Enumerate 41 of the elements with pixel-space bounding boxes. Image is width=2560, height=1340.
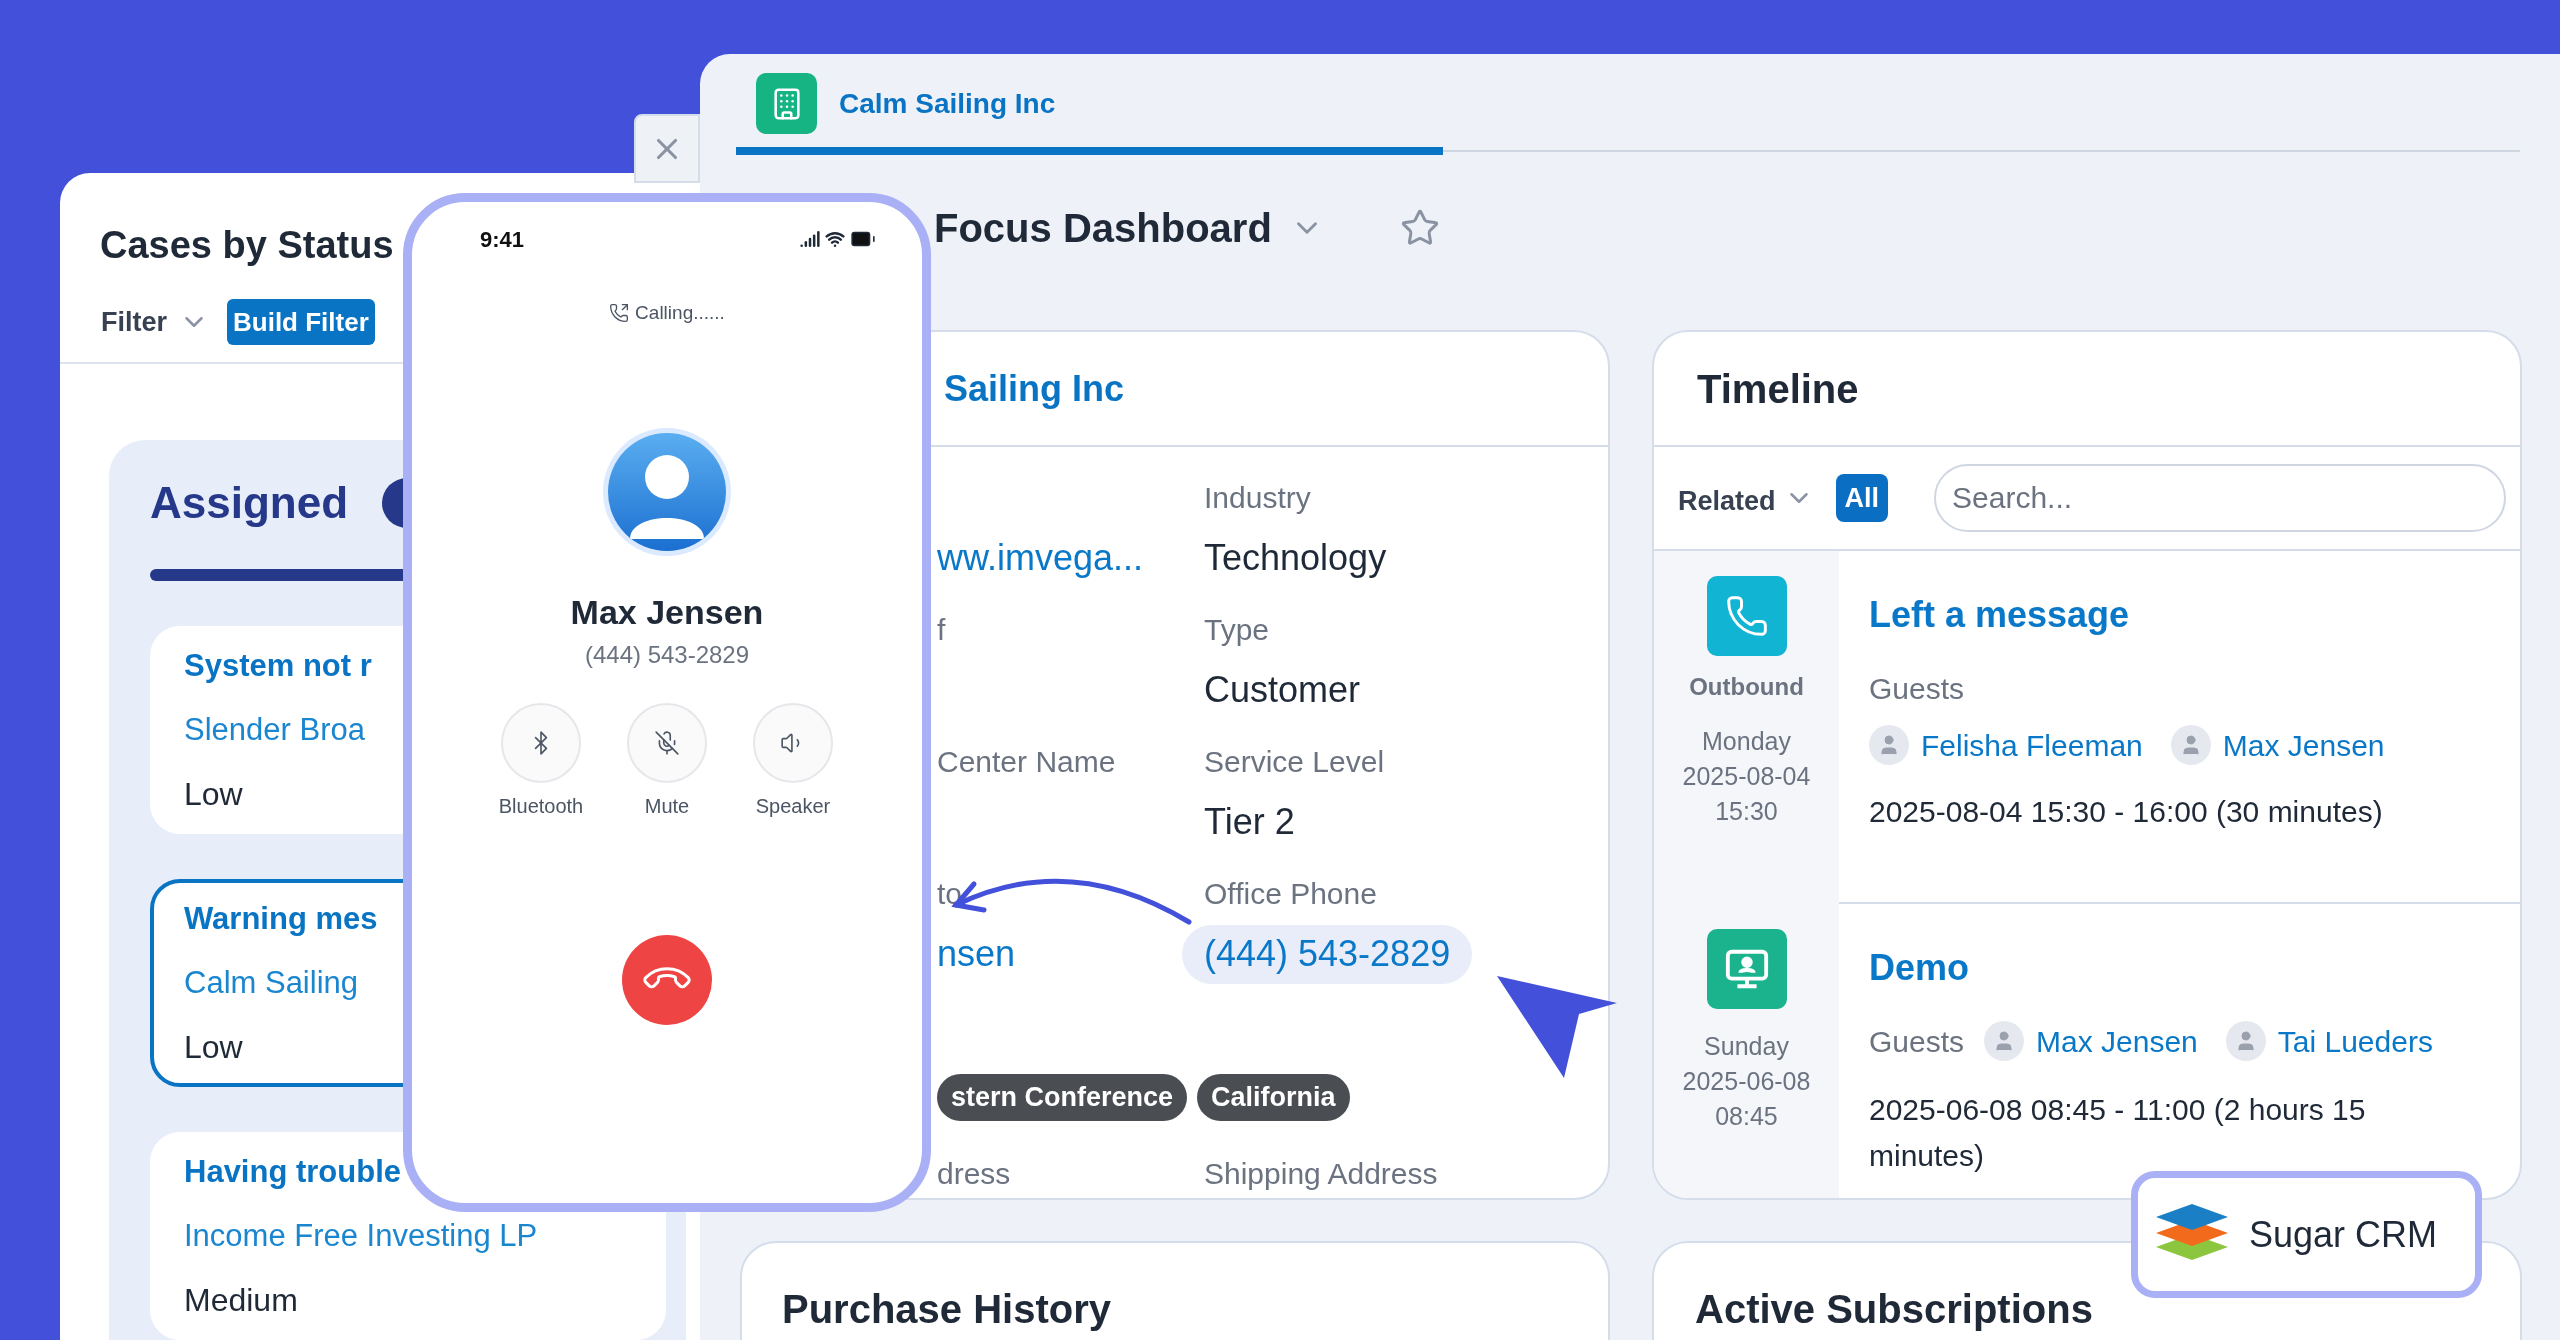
- caller-number: (444) 543-2829: [584, 640, 750, 670]
- field-label: dress: [936, 1156, 1012, 1192]
- case-priority: Medium: [184, 1281, 298, 1320]
- field-label: Shipping Address: [1204, 1156, 1439, 1192]
- direction-label: Outbound: [1689, 674, 1804, 700]
- case-priority: Low: [184, 775, 243, 814]
- entry-date: 2025-06-08: [1682, 1066, 1811, 1097]
- panel-title: Cases by Status: [100, 223, 394, 268]
- entry-span: 2025-08-04 15:30 - 16:00 (30 minutes): [1869, 794, 2384, 830]
- tag: California: [1197, 1074, 1350, 1121]
- entry-day: Monday: [1702, 724, 1791, 759]
- clock: 9:41: [480, 225, 525, 254]
- control-label: Bluetooth: [498, 794, 584, 819]
- section-title: Active Subscriptions: [1695, 1287, 2093, 1331]
- caller-name: Max Jensen: [570, 592, 764, 632]
- field-value: Tier 2: [1204, 800, 1295, 844]
- field-value: Technology: [1204, 536, 1387, 580]
- field-label: f: [937, 611, 946, 648]
- case-priority: Low: [184, 1028, 243, 1067]
- field-label: Type: [1204, 611, 1270, 648]
- field-label: Center Name: [937, 743, 1116, 780]
- lane-title: Assigned: [150, 477, 349, 529]
- field-label: Office Phone: [1204, 875, 1377, 912]
- tag: stern Conference: [937, 1074, 1188, 1121]
- entry-date: 2025-08-04: [1682, 761, 1811, 792]
- field-label: Service Level: [1204, 743, 1385, 780]
- guests-label: Guests: [1869, 671, 1966, 707]
- control-label: Speaker: [755, 794, 831, 819]
- call-status: Calling......: [635, 300, 725, 325]
- field-label: Industry: [1204, 479, 1311, 516]
- entry-span: 2025-06-08 08:45 - 11:00 (2 hours 15 minutes): [1869, 1092, 2367, 1174]
- entry-time: 08:45: [1715, 1101, 1778, 1132]
- guests-label: Guests: [1869, 1023, 1965, 1060]
- dashboard-title: Focus Dashboard: [934, 205, 1272, 252]
- entry-day: Sunday: [1704, 1029, 1789, 1064]
- badge-label: Sugar CRM: [2249, 1212, 2438, 1257]
- timeline-title: Timeline: [1697, 365, 1859, 413]
- control-label: Mute: [644, 794, 690, 819]
- section-title: Purchase History: [782, 1287, 1112, 1331]
- entry-time: 15:30: [1715, 796, 1778, 827]
- field-value: Customer: [1204, 668, 1361, 712]
